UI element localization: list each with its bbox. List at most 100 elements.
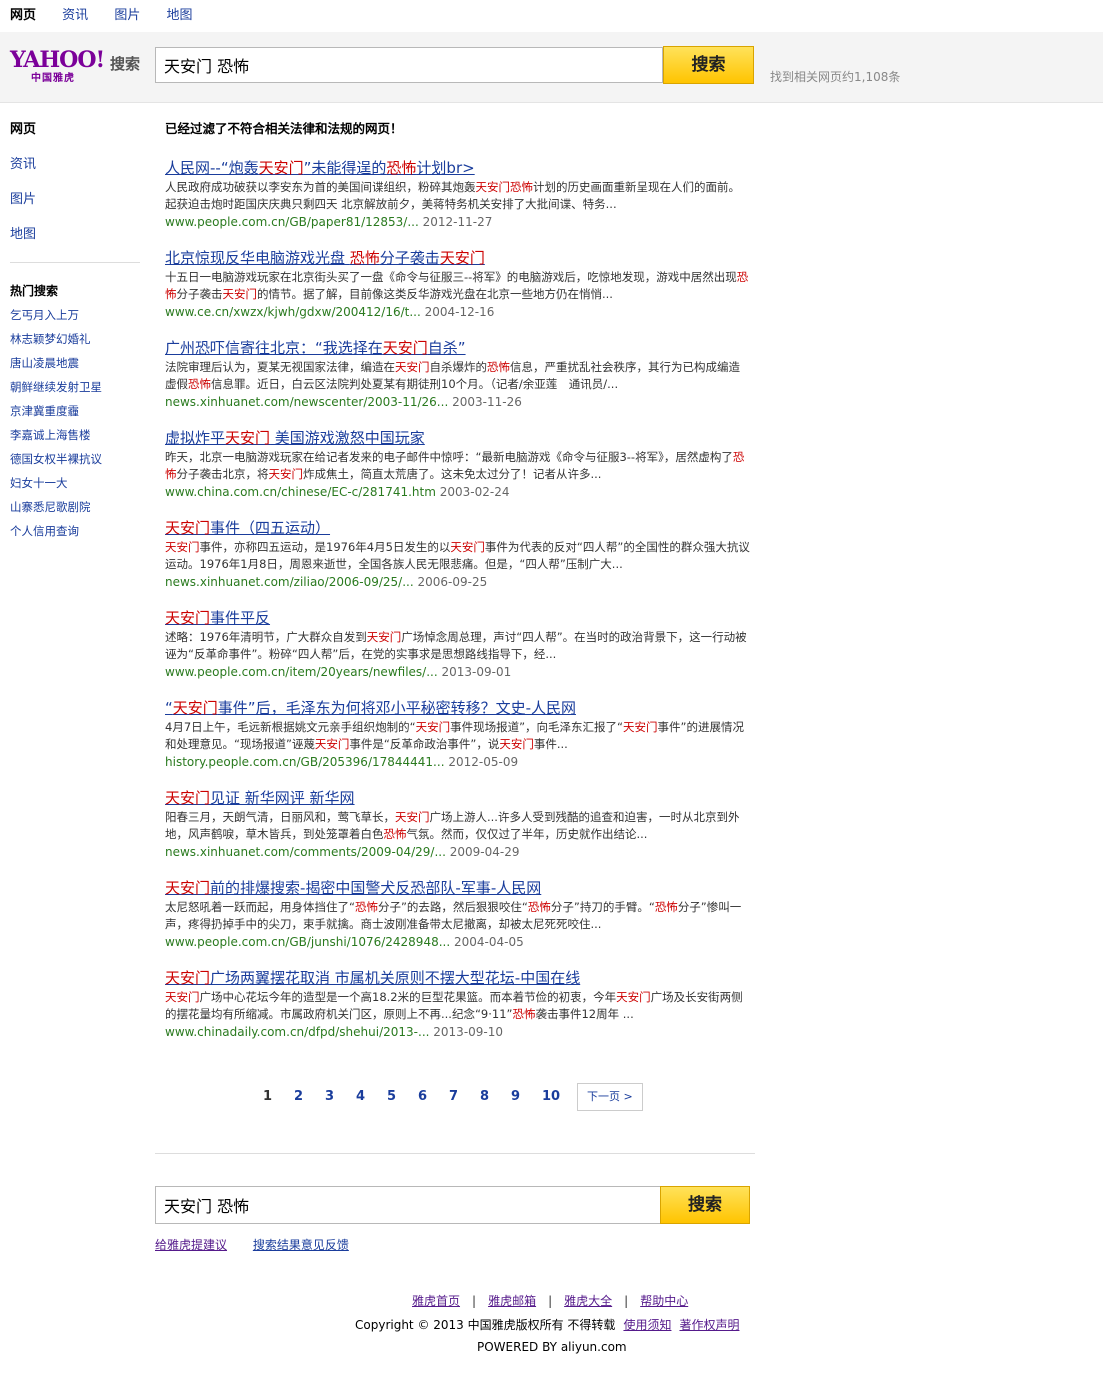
result-url: www.people.com.cn/item/20years/newfiles/… <box>165 665 438 679</box>
result-url-line: news.xinhuanet.com/comments/2009-04/29/.… <box>165 843 765 861</box>
powered-by: POWERED BY aliyun.com <box>477 1340 627 1354</box>
bottom-search-input[interactable] <box>162 1187 656 1223</box>
text-segment: 广州恐吓信寄往北京：“我选择在 <box>165 339 383 357</box>
highlight-term: 天安门 <box>395 360 430 374</box>
topnav-map[interactable]: 地图 <box>166 8 192 23</box>
text-segment: 人民网--“炮轰 <box>165 159 259 177</box>
search-input[interactable] <box>162 48 656 82</box>
result-snippet: 4月7日上午，毛远新根据姚文元亲手组织炮制的“天安门事件现场报道”，向毛泽东汇报… <box>165 719 750 753</box>
result-title-link[interactable]: 天安门事件（四五运动） <box>165 517 765 539</box>
sidebar-nav: 网页 资讯 图片 地图 <box>10 118 140 258</box>
result-date: 2013-09-10 <box>433 1025 504 1039</box>
topnav-webpage[interactable]: 网页 <box>10 8 36 23</box>
terms-link[interactable]: 使用须知 <box>623 1318 671 1332</box>
hot-search-item[interactable]: 京津冀重度霾 <box>10 403 140 427</box>
result-date: 2003-11-26 <box>452 395 522 409</box>
search-button[interactable]: 搜索 <box>663 46 754 84</box>
footer-mail-link[interactable]: 雅虎邮箱 <box>488 1294 536 1308</box>
text-segment: 4月7日上午，毛远新根据姚文元亲手组织炮制的“ <box>165 720 416 734</box>
page-link-3[interactable]: 3 <box>325 1083 356 1111</box>
sidebar-item-webpage[interactable]: 网页 <box>10 118 140 153</box>
text-segment: 信息罪。近日，白云区法院判处夏某有期徒刑10个月。（记者/余亚莲 通讯员/... <box>211 377 619 391</box>
highlight-term: 天安门 <box>165 609 211 627</box>
result-title-link[interactable]: 天安门见证 新华网评 新华网 <box>165 787 765 809</box>
hot-search-item[interactable]: 林志颖梦幻婚礼 <box>10 331 140 355</box>
footer-home-link[interactable]: 雅虎首页 <box>412 1294 460 1308</box>
page-link-7[interactable]: 7 <box>449 1083 480 1111</box>
result-title-link[interactable]: 广州恐吓信寄往北京：“我选择在天安门自杀” <box>165 337 765 359</box>
result-item: 天安门前的排爆搜索-揭密中国警犬反恐部队-军事-人民网 太尼怒吼着一跃而起，用身体… <box>165 877 765 967</box>
text-segment: 分子”的去路，然后狠狠咬住“ <box>377 900 528 914</box>
page-link-2[interactable]: 2 <box>294 1083 325 1111</box>
result-url: news.xinhuanet.com/ziliao/2006-09/25/... <box>165 575 414 589</box>
hot-search-item[interactable]: 乞丐月入上万 <box>10 307 140 331</box>
sidebar-item-images[interactable]: 图片 <box>10 188 140 223</box>
topnav-news[interactable]: 资讯 <box>62 8 88 23</box>
result-title-link[interactable]: 天安门前的排爆搜索-揭密中国警犬反恐部队-军事-人民网 <box>165 877 765 899</box>
highlight-term: 天安门 <box>225 429 271 447</box>
result-title-link[interactable]: 北京惊现反华电脑游戏光盘 恐怖分子袭击天安门 <box>165 247 765 269</box>
sidebar: 网页 资讯 图片 地图 热门搜索 乞丐月入上万 林志颖梦幻婚礼 唐山凌晨地震 朝鲜继续… <box>10 118 140 547</box>
result-title-link[interactable]: “天安门事件”后，毛泽东为何将邓小平秘密转移？文史-人民网 <box>165 697 765 719</box>
result-url: history.people.com.cn/GB/205396/17844441… <box>165 755 445 769</box>
highlight-term: 恐怖 <box>654 900 678 914</box>
page-link-6[interactable]: 6 <box>418 1083 449 1111</box>
highlight-term: 天安门 <box>366 630 402 644</box>
result-title-link[interactable]: 人民网--“炮轰天安门”未能得逞的恐怖计划br> <box>165 157 765 179</box>
page-link-8[interactable]: 8 <box>480 1083 511 1111</box>
text-segment: 分子袭击 <box>176 287 223 301</box>
yahoo-logo[interactable]: YAHOO! 中国雅虎 搜索 <box>10 47 145 84</box>
result-url: news.xinhuanet.com/newscenter/2003-11/26… <box>165 395 449 409</box>
sidebar-divider <box>10 262 140 263</box>
result-title-link[interactable]: 天安门事件平反 <box>165 607 765 629</box>
highlight-term: 天安门 <box>395 810 430 824</box>
result-feedback-link[interactable]: 搜索结果意见反馈 <box>253 1238 349 1252</box>
copyright-link[interactable]: 著作权声明 <box>679 1318 739 1332</box>
highlight-term: 天安门恐怖 <box>475 180 534 194</box>
highlight-term: 天安门 <box>623 720 658 734</box>
footer-directory-link[interactable]: 雅虎大全 <box>564 1294 612 1308</box>
hot-search-item[interactable]: 李嘉诚上海售楼 <box>10 427 140 451</box>
filter-notice: 已经过滤了不符合相关法律和法规的网页！ <box>165 121 403 136</box>
page-link-5[interactable]: 5 <box>387 1083 418 1111</box>
sidebar-item-news[interactable]: 资讯 <box>10 153 140 188</box>
page-link-1[interactable]: 1 <box>263 1083 294 1111</box>
text-segment: 事件是“反革命政治事件”，说 <box>349 737 500 751</box>
result-item: 北京惊现反华电脑游戏光盘 恐怖分子袭击天安门 十五日一电脑游戏玩家在北京街头买了一… <box>165 247 765 337</box>
sidebar-item-map[interactable]: 地图 <box>10 223 140 258</box>
topnav-images[interactable]: 图片 <box>114 8 140 23</box>
hot-search-item[interactable]: 德国女权半裸抗议 <box>10 451 140 475</box>
next-page-button[interactable]: 下一页 > <box>577 1083 643 1111</box>
result-url-line: www.china.com.cn/chinese/EC-c/281741.htm… <box>165 483 765 501</box>
result-date: 2004-12-16 <box>424 305 495 319</box>
bottom-search-button[interactable]: 搜索 <box>660 1186 750 1224</box>
hot-search-item[interactable]: 个人信用查询 <box>10 523 140 547</box>
hot-search-item[interactable]: 朝鲜继续发射卫星 <box>10 379 140 403</box>
result-item: “天安门事件”后，毛泽东为何将邓小平秘密转移？文史-人民网 4月7日上午，毛远新根… <box>165 697 765 787</box>
text-segment: 分子袭击北京，将 <box>176 467 269 481</box>
result-title-link[interactable]: 天安门广场两翼摆花取消 市属机关原则不摆大型花坛-中国在线 <box>165 967 765 989</box>
hot-search-item[interactable]: 唐山凌晨地震 <box>10 355 140 379</box>
footer-links: 雅虎首页 | 雅虎邮箱 | 雅虎大全 | 帮助中心 <box>412 1292 688 1309</box>
result-snippet: 天安门广场中心花坛今年的造型是一个高18.2米的巨型花果篮。而本着节俭的初衷，今… <box>165 989 750 1023</box>
highlight-term: 天安门 <box>165 789 211 807</box>
text-segment: 事件”后，毛泽东为何将邓小平秘密转移？文史-人民网 <box>217 699 576 717</box>
hot-search-item[interactable]: 山寨悉尼歌剧院 <box>10 499 140 523</box>
text-segment: 广场中心花坛今年的造型是一个高18.2米的巨型花果篮。而本着节俭的初衷，今年 <box>199 990 617 1004</box>
result-date: 2013-09-01 <box>441 665 512 679</box>
text-segment: 阳春三月，天朗气清，日丽风和，莺飞草长， <box>165 810 395 824</box>
page-link-10[interactable]: 10 <box>542 1083 575 1111</box>
top-nav: 网页 资讯 图片 地图 <box>0 0 1103 32</box>
footer-help-link[interactable]: 帮助中心 <box>640 1294 688 1308</box>
page-link-9[interactable]: 9 <box>511 1083 542 1111</box>
result-snippet: 法院审理后认为，夏某无视国家法律，编造在天安门自杀爆炸的恐怖信息，严重扰乱社会秩… <box>165 359 750 393</box>
page-link-4[interactable]: 4 <box>356 1083 387 1111</box>
hot-search-item[interactable]: 妇女十一大 <box>10 475 140 499</box>
text-segment: 分子”持刀的手臂。“ <box>550 900 655 914</box>
text-segment: 自杀” <box>427 339 466 357</box>
result-url-line: www.people.com.cn/GB/paper81/12853/... 2… <box>165 213 765 231</box>
result-url: www.people.com.cn/GB/paper81/12853/... <box>165 215 419 229</box>
result-title-link[interactable]: 虚拟炸平天安门 美国游戏激怒中国玩家 <box>165 427 765 449</box>
result-url-line: news.xinhuanet.com/ziliao/2006-09/25/...… <box>165 573 765 591</box>
suggest-link[interactable]: 给雅虎提建议 <box>155 1238 227 1252</box>
